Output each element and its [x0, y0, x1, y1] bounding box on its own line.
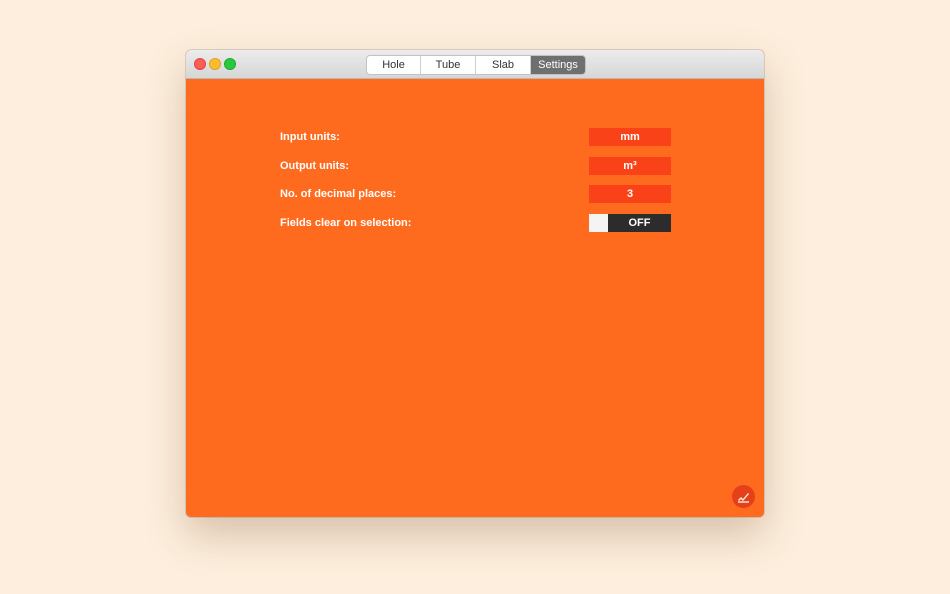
- app-window: Hole Tube Slab Settings Input units: mm …: [186, 50, 764, 517]
- title-bar: Hole Tube Slab Settings: [186, 50, 764, 79]
- output-units-field[interactable]: m³: [589, 157, 671, 175]
- minimize-window-button[interactable]: [209, 58, 221, 70]
- close-window-button[interactable]: [194, 58, 206, 70]
- input-units-field[interactable]: mm: [589, 128, 671, 146]
- input-units-label: Input units:: [280, 131, 340, 143]
- tab-hole[interactable]: Hole: [367, 56, 421, 74]
- settings-panel: Input units: mm Output units: m³ No. of …: [186, 79, 764, 517]
- tab-settings[interactable]: Settings: [531, 56, 585, 74]
- tab-tube[interactable]: Tube: [421, 56, 476, 74]
- fields-clear-toggle[interactable]: OFF: [589, 214, 671, 232]
- tab-slab[interactable]: Slab: [476, 56, 531, 74]
- fields-clear-label: Fields clear on selection:: [280, 217, 412, 229]
- app-logo-icon-glyph: [738, 493, 749, 503]
- decimal-places-label: No. of decimal places:: [280, 188, 397, 200]
- zoom-window-button[interactable]: [224, 58, 236, 70]
- mode-tabs: Hole Tube Slab Settings: [366, 55, 586, 75]
- app-logo-icon: [732, 485, 755, 508]
- toggle-knob[interactable]: [589, 214, 608, 232]
- toggle-state-text: OFF: [608, 214, 671, 232]
- output-units-label: Output units:: [280, 160, 350, 172]
- decimal-places-field[interactable]: 3: [589, 185, 671, 203]
